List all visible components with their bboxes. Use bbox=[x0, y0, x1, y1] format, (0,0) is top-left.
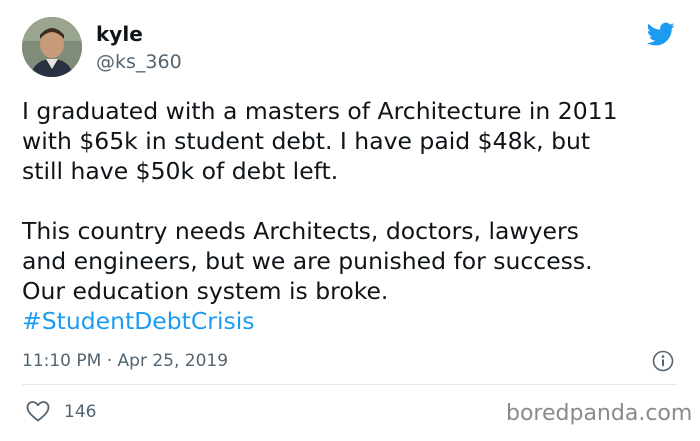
user-handle[interactable]: @ks_360 bbox=[96, 50, 182, 74]
like-count: 146 bbox=[64, 402, 97, 422]
heart-icon[interactable] bbox=[26, 400, 50, 422]
watermark: boredpanda.com bbox=[506, 401, 693, 426]
twitter-bird-icon[interactable] bbox=[645, 20, 677, 48]
hashtag-link[interactable]: #StudentDebtCrisis bbox=[22, 306, 682, 336]
display-name[interactable]: kyle bbox=[96, 22, 143, 46]
avatar-image bbox=[22, 17, 82, 77]
avatar[interactable] bbox=[22, 17, 82, 77]
tweet-paragraph-1: I graduated with a masters of Architectu… bbox=[22, 97, 618, 185]
info-icon[interactable] bbox=[652, 350, 674, 372]
divider bbox=[22, 384, 677, 385]
tweet-text: I graduated with a masters of Architectu… bbox=[22, 96, 682, 336]
tweet-paragraph-2: This country needs Architects, doctors, … bbox=[22, 217, 593, 305]
tweet-timestamp[interactable]: 11:10 PM · Apr 25, 2019 bbox=[22, 350, 228, 372]
tweet-card: kyle @ks_360 I graduated with a masters … bbox=[0, 0, 700, 441]
